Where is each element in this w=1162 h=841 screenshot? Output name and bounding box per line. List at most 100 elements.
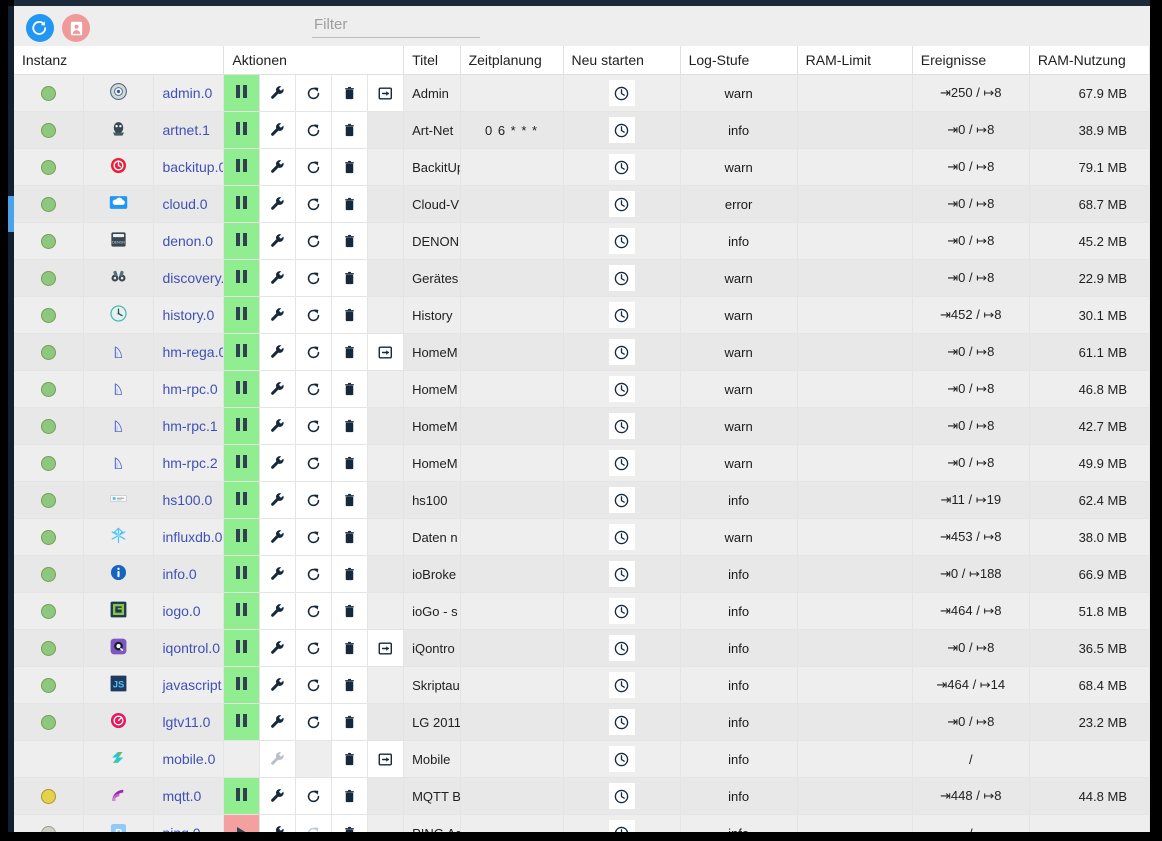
log-level-cell[interactable]: warn xyxy=(680,444,798,482)
settings-cell[interactable] xyxy=(259,333,297,371)
log-level-cell[interactable]: info xyxy=(680,740,798,778)
table-row[interactable]: backitup.0 BackitUp warn ⇥0 / ↦8 79.1 MB xyxy=(14,148,1150,186)
settings-cell[interactable] xyxy=(259,407,297,445)
schedule-restart-button[interactable] xyxy=(608,154,635,180)
restart-schedule-cell[interactable] xyxy=(563,481,681,519)
pause-button[interactable] xyxy=(224,445,259,481)
schedule-restart-button[interactable] xyxy=(608,413,635,439)
adapter-icon-cell[interactable] xyxy=(83,74,155,112)
schedule-cell[interactable] xyxy=(460,407,564,445)
delete-cell[interactable] xyxy=(331,296,369,334)
settings-cell[interactable] xyxy=(259,111,297,149)
schedule-restart-button[interactable] xyxy=(608,117,635,143)
settings-button[interactable] xyxy=(260,778,295,814)
settings-cell[interactable] xyxy=(259,148,297,186)
restart-cell[interactable] xyxy=(295,777,333,815)
schedule-restart-button[interactable] xyxy=(608,191,635,217)
log-level-cell[interactable]: info xyxy=(680,481,798,519)
table-row[interactable]: Pping.0 PING Ad info / xyxy=(14,814,1150,832)
instance-name-cell[interactable]: discovery.0 xyxy=(153,259,225,297)
open-link-button[interactable] xyxy=(368,334,403,370)
table-row[interactable]: admin.0 Admin warn ⇥250 / ↦8 67.9 MB xyxy=(14,74,1150,112)
adapter-icon-cell[interactable] xyxy=(83,370,155,408)
log-level-cell[interactable]: warn xyxy=(680,74,798,112)
instance-name-cell[interactable]: lgtv11.0 xyxy=(153,703,225,741)
restart-button[interactable] xyxy=(296,408,331,444)
adapter-icon-cell[interactable] xyxy=(83,703,155,741)
schedule-cell[interactable] xyxy=(460,666,564,704)
settings-cell[interactable] xyxy=(259,259,297,297)
pause-button[interactable] xyxy=(224,408,259,444)
restart-schedule-cell[interactable] xyxy=(563,296,681,334)
delete-button[interactable] xyxy=(332,593,367,629)
header-titel[interactable]: Titel xyxy=(403,46,461,75)
delete-button[interactable] xyxy=(332,630,367,666)
header-ereignisse[interactable]: Ereignisse xyxy=(912,46,1030,75)
header-neu-starten[interactable]: Neu starten xyxy=(563,46,681,75)
settings-cell[interactable] xyxy=(259,814,297,832)
ram-limit-cell[interactable] xyxy=(797,555,913,593)
delete-button[interactable] xyxy=(332,112,367,148)
restart-cell[interactable] xyxy=(295,259,333,297)
settings-button[interactable] xyxy=(260,408,295,444)
delete-button[interactable] xyxy=(332,741,367,777)
pause-button[interactable] xyxy=(224,519,259,555)
delete-cell[interactable] xyxy=(331,629,369,667)
pause-button[interactable] xyxy=(224,482,259,518)
log-level-cell[interactable]: info xyxy=(680,111,798,149)
restart-cell[interactable] xyxy=(295,185,333,223)
open-link-cell[interactable] xyxy=(367,74,405,112)
open-link-button[interactable] xyxy=(368,630,403,666)
settings-button[interactable] xyxy=(260,371,295,407)
instance-name-cell[interactable]: hm-rpc.0 xyxy=(153,370,225,408)
table-row[interactable]: mqtt.0 MQTT B info ⇥448 / ↦8 44.8 MB xyxy=(14,777,1150,815)
delete-cell[interactable] xyxy=(331,148,369,186)
schedule-restart-button[interactable] xyxy=(608,80,635,106)
pause-button[interactable] xyxy=(224,75,259,111)
log-level-cell[interactable]: warn xyxy=(680,296,798,334)
run-toggle-cell[interactable] xyxy=(223,370,261,408)
restart-schedule-cell[interactable] xyxy=(563,333,681,371)
open-link-cell[interactable] xyxy=(367,629,405,667)
adapter-icon-cell[interactable] xyxy=(83,592,155,630)
instances-badge-button[interactable] xyxy=(62,14,90,42)
restart-button[interactable] xyxy=(296,704,331,740)
schedule-cell[interactable] xyxy=(460,444,564,482)
ram-limit-cell[interactable] xyxy=(797,148,913,186)
schedule-cell[interactable] xyxy=(460,629,564,667)
restart-schedule-cell[interactable] xyxy=(563,518,681,556)
instance-name-cell[interactable]: iqontrol.0 xyxy=(153,629,225,667)
instance-name-cell[interactable]: hm-rega.0 xyxy=(153,333,225,371)
settings-button[interactable] xyxy=(260,593,295,629)
restart-schedule-cell[interactable] xyxy=(563,703,681,741)
restart-cell[interactable] xyxy=(295,555,333,593)
table-row[interactable]: mobile.0 Mobile info / xyxy=(14,740,1150,778)
instance-name-cell[interactable]: mobile.0 xyxy=(153,740,225,778)
schedule-restart-button[interactable] xyxy=(608,635,635,661)
delete-button[interactable] xyxy=(332,408,367,444)
settings-button[interactable] xyxy=(260,556,295,592)
adapter-icon-cell[interactable]: JS xyxy=(83,666,155,704)
adapter-icon-cell[interactable] xyxy=(83,333,155,371)
restart-cell[interactable] xyxy=(295,111,333,149)
adapter-icon-cell[interactable]: DENON xyxy=(83,222,155,260)
restart-schedule-cell[interactable] xyxy=(563,222,681,260)
settings-cell[interactable] xyxy=(259,629,297,667)
restart-button[interactable] xyxy=(296,334,331,370)
restart-button[interactable] xyxy=(296,297,331,333)
schedule-cell[interactable] xyxy=(460,592,564,630)
restart-cell[interactable] xyxy=(295,296,333,334)
instance-name-cell[interactable]: artnet.1 xyxy=(153,111,225,149)
run-toggle-cell[interactable] xyxy=(223,74,261,112)
schedule-cell[interactable] xyxy=(460,555,564,593)
restart-cell[interactable] xyxy=(295,481,333,519)
adapter-icon-cell[interactable] xyxy=(83,555,155,593)
log-level-cell[interactable]: warn xyxy=(680,370,798,408)
schedule-restart-button[interactable] xyxy=(608,376,635,402)
log-level-cell[interactable]: info xyxy=(680,777,798,815)
header-aktionen[interactable]: Aktionen xyxy=(223,46,405,75)
schedule-cell[interactable] xyxy=(460,148,564,186)
open-link-cell[interactable] xyxy=(367,333,405,371)
schedule-restart-button[interactable] xyxy=(608,783,635,809)
restart-schedule-cell[interactable] xyxy=(563,666,681,704)
